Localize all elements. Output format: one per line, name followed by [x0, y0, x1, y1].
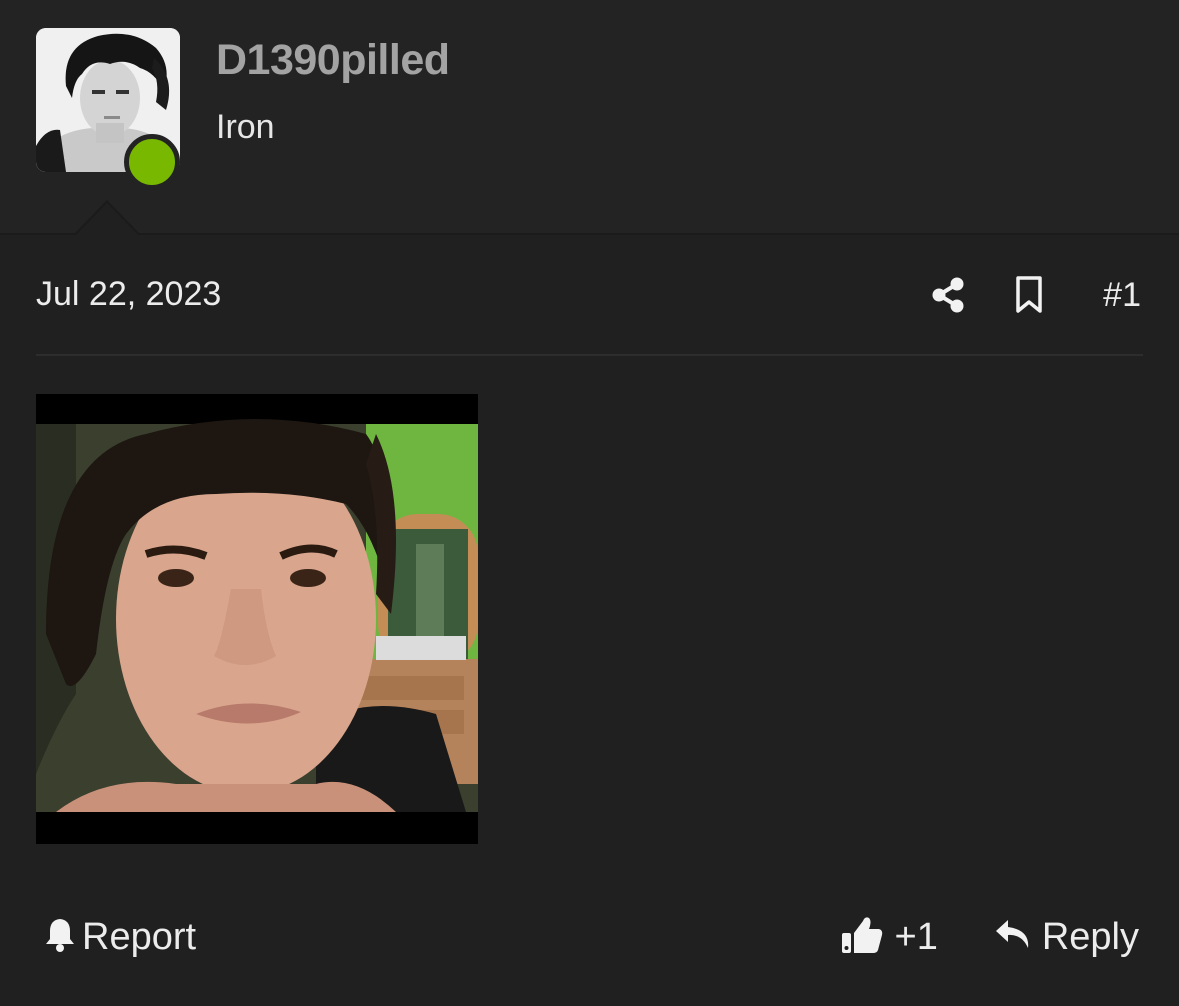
post-date[interactable]: Jul 22, 2023 [36, 275, 221, 314]
report-label: Report [82, 915, 197, 958]
post-footer-right: +1 Reply [841, 912, 1139, 962]
selfie-photo [36, 394, 478, 844]
reply-arrow-icon [994, 918, 1032, 957]
share-icon[interactable] [931, 277, 965, 313]
thumbs-up-icon [841, 915, 883, 960]
bookmark-icon[interactable] [1015, 276, 1043, 314]
reply-button[interactable]: Reply [994, 916, 1139, 959]
post-actions-top: #1 [931, 272, 1141, 318]
post-number-link[interactable]: #1 [1103, 276, 1141, 315]
like-button[interactable]: +1 [841, 915, 994, 960]
post-footer-left: Report [44, 912, 196, 962]
author-user-title: Iron [216, 108, 275, 146]
header-pointer-inner [76, 203, 138, 235]
like-label: +1 [894, 915, 938, 958]
report-button[interactable]: Report [44, 916, 196, 959]
reply-label: Reply [1041, 915, 1139, 958]
post-image-attachment[interactable] [36, 394, 478, 844]
author-username[interactable]: D1390pilled [216, 36, 450, 85]
online-status-indicator [124, 134, 180, 190]
bell-icon [44, 917, 76, 958]
post-author-header: D1390pilled Iron [0, 0, 1179, 235]
post-divider [36, 354, 1143, 356]
